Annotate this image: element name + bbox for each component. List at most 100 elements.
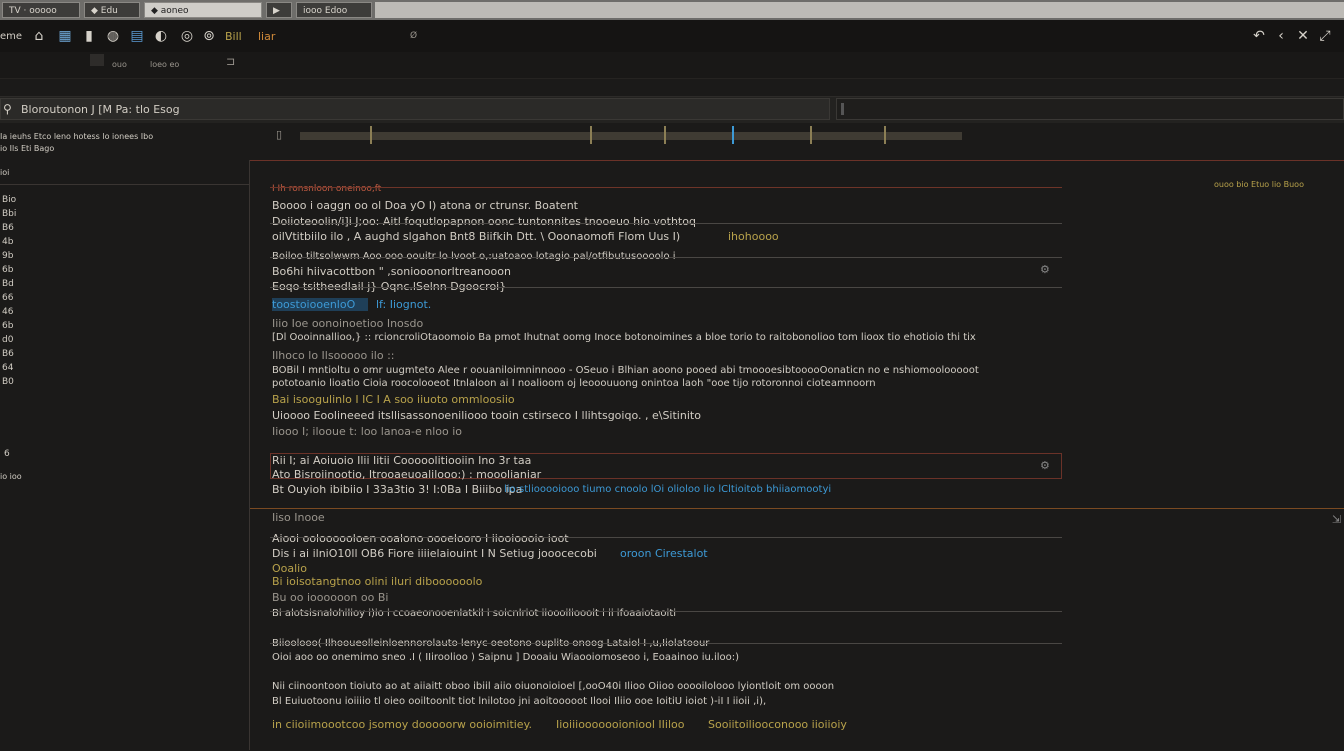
timeline-marker[interactable] [590,126,592,144]
sidebar-item[interactable]: 4b [2,236,13,249]
tab-4[interactable]: ▶ [266,2,292,18]
timeline-start-icon[interactable]: ▯ [276,128,282,141]
panel-toggle-icon[interactable] [90,54,104,66]
timeline-marker[interactable] [370,126,372,144]
divider [270,223,1062,224]
filter-subtext-2: io Ils Eti Bago [0,144,55,153]
sidebar-item[interactable]: Bd [2,278,14,291]
subbar-mid-label: loeo eo [150,60,180,69]
footer-item-3[interactable]: Sooiitoiliooconooo iioiioiy [708,718,847,731]
tab-label: ▶ [273,6,280,16]
sidebar-item[interactable]: Bio [2,194,16,207]
tab-1[interactable]: TV · ooooo [2,2,80,18]
block4-line8: Oioi aoo oo onemimo sneo .I ( IIiroolioo… [272,652,740,663]
block4-line4: Bi ioisotangtnoo olini iluri diboooooolo [272,575,483,588]
divider [270,611,1062,612]
sidebar-footer-2: io ioo [0,472,22,481]
text-cursor [841,103,844,115]
block1-title: I Ih ronsnloon oneinoo,ft [272,184,382,194]
tab-label: TV · ooooo [9,6,57,16]
main-content: ouoo bio Etuo lio Buoo I Ih ronsnloon on… [250,160,1344,751]
block4-line6: Bi alotsisnalohilioy i)io i ccoaeonooenl… [272,608,677,619]
block2-line6: Bai isoogulinlo I IC I A soo iiuoto omml… [272,393,515,406]
sidebar-item[interactable]: 64 [2,362,13,375]
document-icon[interactable]: ▤ [128,27,146,45]
menu-icon[interactable]: ⊐ [226,55,235,68]
block3-line2: Ato Bisroiinootio, Itrooaeuoalilooo:) : … [272,468,542,481]
block1-line3-highlight: ihohoooo [728,230,779,243]
block4-line3: Ooalio [272,562,307,575]
sidebar-item[interactable]: Bbi [2,208,16,221]
sidebar-item[interactable]: B0 [2,376,14,389]
block3-line1: Rii I; ai Aoiuoio Ilii Iitii Cooooolitio… [272,454,532,467]
filter-icon[interactable]: ⊚ [200,27,218,45]
section-divider [250,508,1344,509]
block3-line3-link[interactable]: lio:stliooooiooo tiumo cnoolo lOi oliolo… [504,483,831,496]
block2-line3: Ilhoco lo Ilsooooo ilo :: [272,349,395,362]
settings-icon[interactable]: ◐ [152,27,170,45]
save-icon[interactable]: ▮ [80,27,98,45]
block2-title[interactable]: toostoiooenloO [272,298,355,311]
block1-line2: Doiioteoolin/i]i J;oo: Aitl foqutlopapno… [272,215,696,228]
footer-item-1[interactable]: in ciioiimoootcoo jsomoy dooooorw ooioim… [272,718,532,731]
toolbar-title: Bill [225,30,242,43]
block3-line3: Bt Ouyioh ibibiio I 33a3tio 3! I:0Ba I B… [272,483,523,496]
expand-icon[interactable]: ⤢ [1316,27,1334,45]
timeline-track[interactable] [300,126,962,144]
block1-line5: Bo6hi hiivacottbon " ,soniooonorltreanoo… [272,265,511,278]
secondary-search-input[interactable] [836,98,1344,120]
tab-label: ◆ Edu [91,6,118,16]
tab-2[interactable]: ◆ Edu [84,2,140,18]
pin-icon[interactable]: ⚙ [1040,459,1050,472]
tab-3-active[interactable]: ◆ aoneo [144,2,262,18]
sidebar-item[interactable]: 6b [2,320,13,333]
pin-icon[interactable]: ⚙ [1040,263,1050,276]
block2-title-tail: lf: Iiognot. [376,298,432,311]
sidebar-item[interactable]: 66 [2,292,13,305]
footer-item-2[interactable]: Iioiiiooooooioniool IIiloo [556,718,684,731]
tab-label: iooo Edoo [303,6,348,16]
block4-line2: Dis i ai ilniO10ll OB6 Fiore iiiielaioui… [272,547,597,560]
timeline-marker[interactable] [810,126,812,144]
block4-line1: Aiooi ooloooooloen ooalono oooelooro I i… [272,532,569,545]
close-icon[interactable]: ✕ [1294,27,1312,45]
block2-line7: Uioooo Eoolineeed itsllisassonoeniliooo … [272,409,701,422]
back-arrow-icon[interactable]: ↶ [1250,27,1268,45]
toolbar: eme ⌂ ▦ ▮ ◍ ▤ ◐ ◎ ⊚ Bill liar Ø ↶ ‹ ✕ ⤢ [0,20,1344,52]
block1-line3: oilVtitbiilo ilo , A aughd slgahon Bnt8 … [272,230,681,243]
block2-line8: Iiooo I; ilooue t: loo lanoa-e nloo io [272,425,463,438]
secondary-toolbar: ouo loeo eo ⊐ [0,52,1344,79]
timeline-marker[interactable] [664,126,666,144]
block4-line5: Bu oo ioooooon oo Bi [272,591,389,604]
divider [270,537,1062,538]
sidebar-item[interactable]: 6b [2,264,13,277]
chevron-left-icon[interactable]: ‹ [1272,27,1290,45]
home-icon[interactable]: ⌂ [30,27,48,45]
divider [0,184,249,185]
divider [270,643,1062,644]
right-note: ouoo bio Etuo lio Buoo [1214,180,1304,189]
search-input[interactable]: ⚲ Bloroutonon J [M Pa: tlo Esog [0,98,830,120]
tab-5[interactable]: iooo Edoo [296,2,372,18]
tab-strip-empty-area [375,2,1344,18]
sidebar-item[interactable]: 46 [2,306,13,319]
tab-strip: TV · ooooo ◆ Edu ◆ aoneo ▶ iooo Edoo [0,0,1344,20]
globe-icon[interactable]: ◎ [178,27,196,45]
sidebar-item[interactable]: B6 [2,222,14,235]
toolbar-mark: Ø [410,31,418,41]
block2-line2: [Dl Oooinnallioo,} :: rcioncroliOtaoomoi… [272,332,976,343]
divider [270,287,1062,288]
block2-line4: BOBil I mntioltu o omr uugmteto Alee r o… [272,365,979,376]
scroll-indicator-icon[interactable]: ⇲ [1332,513,1341,526]
block4-line2-link[interactable]: oroon Cirestalot [620,547,708,560]
timeline-marker[interactable] [884,126,886,144]
filter-bar: ⚲ Bloroutonon J [M Pa: tlo Esog [0,96,1344,123]
bookmark-icon[interactable]: ▦ [56,27,74,45]
sidebar-item[interactable]: d0 [2,334,13,347]
search-query: Bloroutonon J [M Pa: tlo Esog [21,103,180,116]
refresh-icon[interactable]: ◍ [104,27,122,45]
timeline-playhead[interactable] [732,126,734,144]
sidebar-item[interactable]: B6 [2,348,14,361]
block2-line5: pototoanio lioatio Cioia roocolooeot Itn… [272,378,876,389]
sidebar-item[interactable]: 9b [2,250,13,263]
